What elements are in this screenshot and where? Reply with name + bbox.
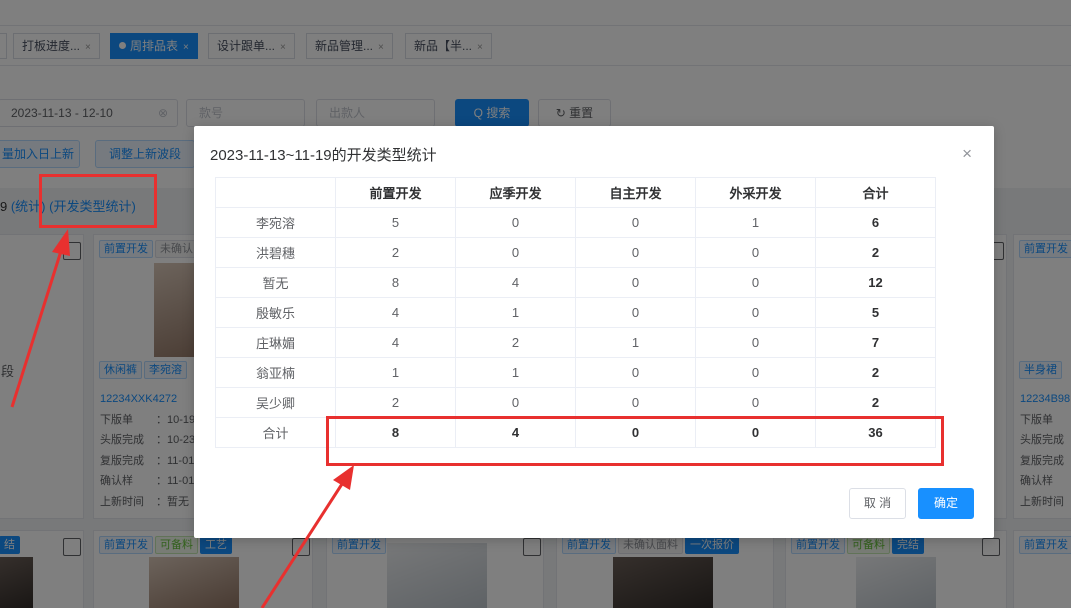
arrow-head-icon	[52, 229, 70, 256]
annotation-arrows	[10, 229, 354, 608]
annotation-arrow-total	[260, 483, 344, 608]
annotation-arrow-up	[10, 250, 63, 408]
arrow-head-icon	[333, 465, 354, 490]
